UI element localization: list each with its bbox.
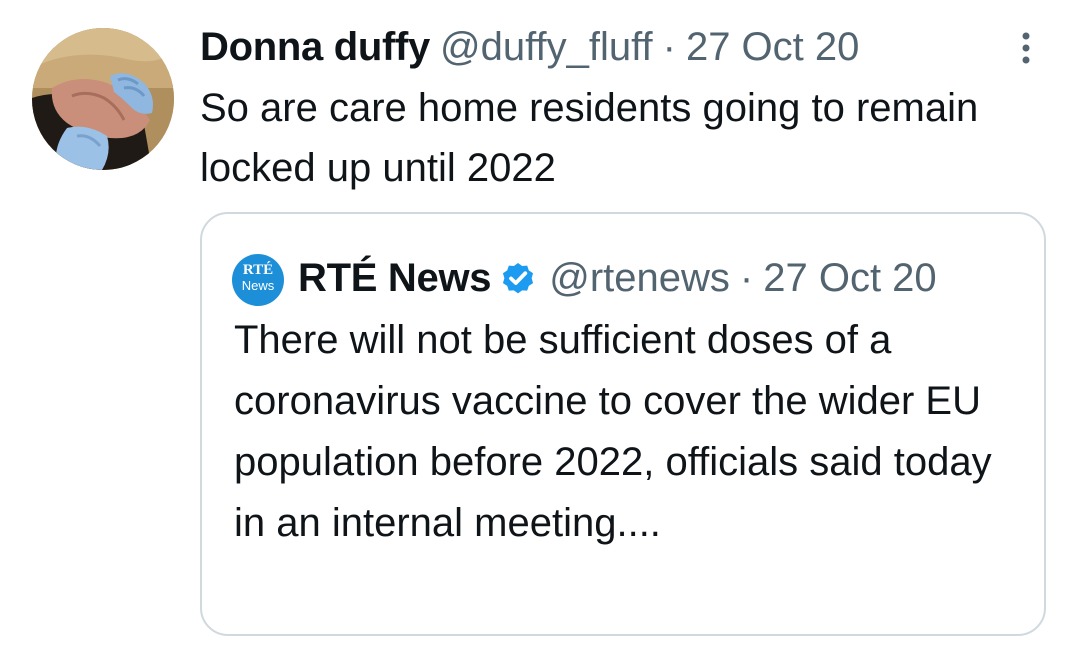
display-name[interactable]: Donna duffy (200, 22, 430, 72)
hands-holding-photo-avatar-icon (32, 28, 174, 170)
user-avatar[interactable] (32, 28, 174, 170)
quoted-tweet-card[interactable]: RTÉ News RTÉ News @rtenews · 27 Oct 20 T… (200, 212, 1046, 636)
quoted-tweet-text: There will not be sufficient doses of a … (234, 318, 992, 545)
separator-dot: · (662, 25, 676, 69)
tweet[interactable]: Donna duffy @duffy_fluff · 27 Oct 20 So … (0, 0, 1080, 652)
more-vertical-icon[interactable] (1014, 30, 1038, 66)
tweet-date[interactable]: 27 Oct 20 (686, 22, 859, 72)
quoted-tweet-header: RTÉ News @rtenews · 27 Oct 20 (298, 250, 937, 306)
logo-text-top: RTÉ (242, 262, 274, 278)
verified-badge-icon (503, 262, 534, 294)
quoted-separator-dot: · (739, 256, 754, 300)
quoted-user-handle[interactable]: @rtenews (549, 250, 730, 306)
quoted-tweet-date[interactable]: 27 Oct 20 (763, 250, 936, 306)
tweet-text: So are care home residents going to rema… (200, 86, 979, 190)
tweet-header: Donna duffy @duffy_fluff · 27 Oct 20 (200, 22, 859, 72)
user-handle[interactable]: @duffy_fluff (440, 22, 653, 72)
quoted-display-name[interactable]: RTÉ News (298, 250, 492, 306)
logo-text-bottom: News (241, 278, 275, 293)
rte-news-logo-avatar[interactable]: RTÉ News (232, 254, 284, 306)
